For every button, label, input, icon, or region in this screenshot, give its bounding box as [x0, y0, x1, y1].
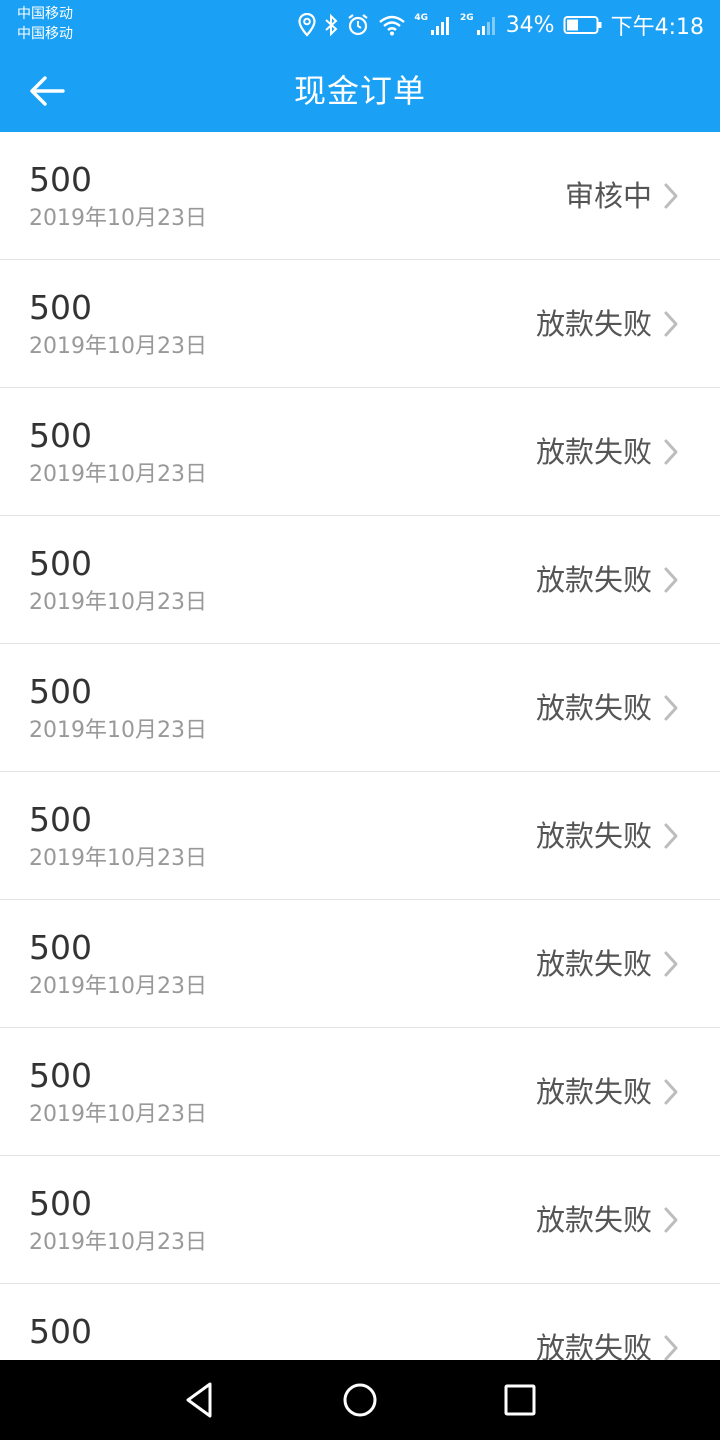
- page-title: 现金订单: [293, 72, 426, 110]
- signal-icon-2: [476, 17, 495, 35]
- order-row[interactable]: 500 2019年10月23日 放款失败: [0, 1156, 720, 1284]
- order-amount: 500: [29, 928, 92, 967]
- order-amount: 500: [29, 288, 92, 327]
- status-bar: 中国移动 中国移动 4G 2G 34% 下午4:18: [0, 0, 720, 50]
- signal-icon: [431, 17, 450, 35]
- order-date: 2019年10月23日: [29, 1230, 207, 1255]
- order-amount: 500: [29, 160, 92, 199]
- system-nav-bar: [0, 1360, 720, 1440]
- order-date: 2019年10月23日: [29, 974, 207, 999]
- order-status: 放款失败: [535, 435, 652, 469]
- order-amount: 500: [29, 1184, 92, 1223]
- chevron-right-icon: [664, 1207, 678, 1233]
- order-status: 放款失败: [535, 819, 652, 853]
- order-date: 2019年10月23日: [29, 206, 207, 231]
- network-type-2: 2G: [460, 13, 474, 23]
- order-date: 2019年10月23日: [29, 718, 207, 743]
- chevron-right-icon: [664, 695, 678, 721]
- chevron-right-icon: [664, 1335, 678, 1360]
- bluetooth-icon: [325, 13, 338, 37]
- chevron-right-icon: [664, 823, 678, 849]
- carrier-2: 中国移动: [17, 26, 73, 42]
- order-list: 500 2019年10月23日 审核中 500 2019年10月23日 放款失败 500 20…: [0, 132, 720, 1360]
- carrier-labels: 中国移动 中国移动: [17, 4, 73, 44]
- battery-percent: 34%: [505, 12, 555, 38]
- order-amount: 500: [29, 672, 92, 711]
- alarm-icon: [348, 14, 369, 36]
- order-amount: 500: [29, 1056, 92, 1095]
- order-status: 放款失败: [535, 1203, 652, 1237]
- order-row[interactable]: 500 2019年10月23日 放款失败: [0, 900, 720, 1028]
- battery-icon: [563, 16, 602, 34]
- carrier-1: 中国移动: [17, 6, 73, 22]
- location-icon: [298, 13, 316, 37]
- order-date: 2019年10月23日: [29, 590, 207, 615]
- order-date: 2019年10月23日: [29, 462, 207, 487]
- order-row[interactable]: 500 2019年10月23日 放款失败: [0, 644, 720, 772]
- order-row[interactable]: 500 2019年10月23日 放款失败: [0, 1028, 720, 1156]
- order-status: 审核中: [564, 179, 652, 213]
- order-amount: 500: [29, 544, 92, 583]
- order-amount: 500: [29, 416, 92, 455]
- order-status: 放款失败: [535, 307, 652, 341]
- circle-home-icon[interactable]: [340, 1380, 380, 1420]
- chevron-right-icon: [664, 951, 678, 977]
- order-date: 2019年10月23日: [29, 334, 207, 359]
- clock: 下午4:18: [610, 15, 704, 40]
- order-status: 放款失败: [535, 691, 652, 725]
- wifi-icon: [379, 15, 406, 36]
- order-row[interactable]: 500 放款失败: [0, 1284, 720, 1360]
- chevron-right-icon: [664, 311, 678, 337]
- app-bar: 现金订单: [0, 50, 720, 132]
- order-status: 放款失败: [535, 1331, 652, 1360]
- chevron-right-icon: [664, 439, 678, 465]
- chevron-right-icon: [664, 567, 678, 593]
- order-status: 放款失败: [535, 563, 652, 597]
- order-row[interactable]: 500 2019年10月23日 放款失败: [0, 388, 720, 516]
- square-recents-icon[interactable]: [500, 1380, 540, 1420]
- order-row[interactable]: 500 2019年10月23日 审核中: [0, 132, 720, 260]
- status-icons: 4G 2G 34% 下午4:18: [298, 0, 704, 50]
- order-row[interactable]: 500 2019年10月23日 放款失败: [0, 260, 720, 388]
- order-row[interactable]: 500 2019年10月23日 放款失败: [0, 772, 720, 900]
- order-amount: 500: [29, 800, 92, 839]
- network-type-1: 4G: [414, 13, 429, 23]
- order-status: 放款失败: [535, 1075, 652, 1109]
- chevron-right-icon: [664, 1079, 678, 1105]
- order-date: 2019年10月23日: [29, 846, 207, 871]
- order-status: 放款失败: [535, 947, 652, 981]
- triangle-back-icon[interactable]: [180, 1380, 220, 1420]
- order-date: 2019年10月23日: [29, 1102, 207, 1127]
- order-row[interactable]: 500 2019年10月23日 放款失败: [0, 516, 720, 644]
- chevron-right-icon: [664, 183, 678, 209]
- order-amount: 500: [29, 1312, 92, 1351]
